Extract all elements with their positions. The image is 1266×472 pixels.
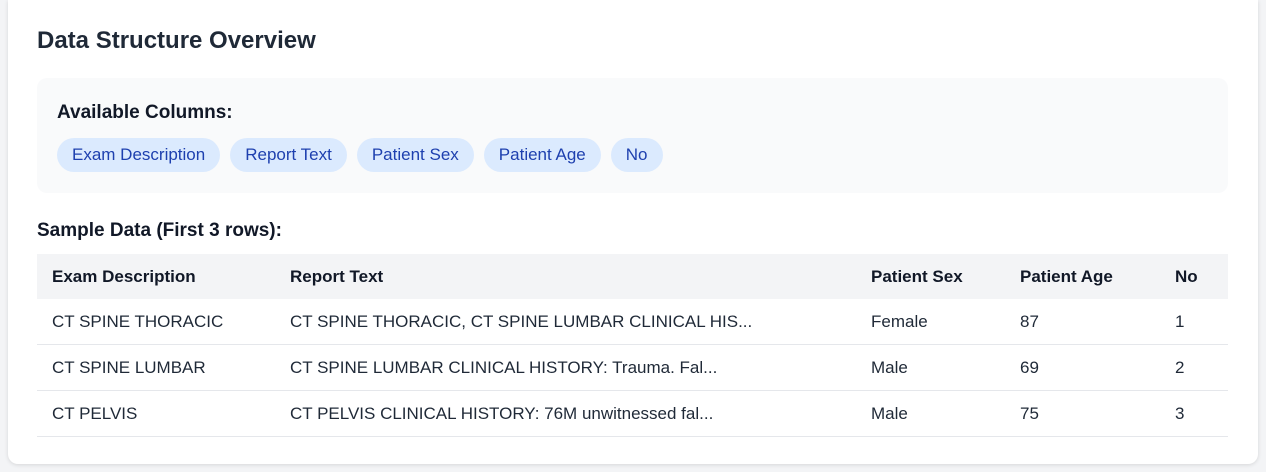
table-cell: 69 — [1005, 344, 1160, 391]
column-chip: Patient Age — [483, 138, 601, 172]
table-row: CT SPINE THORACIC CT SPINE THORACIC, CT … — [37, 299, 1228, 345]
page-title: Data Structure Overview — [37, 27, 316, 54]
column-header: Patient Sex — [871, 266, 963, 286]
table-cell: CT SPINE THORACIC — [37, 299, 275, 345]
table-cell: 87 — [1005, 299, 1160, 345]
table-cell: 2 — [1160, 344, 1228, 391]
sample-data-table: Exam Description Report Text Patient Sex… — [37, 254, 1228, 437]
table-row: CT SPINE LUMBAR CT SPINE LUMBAR CLINICAL… — [37, 344, 1228, 391]
table-cell: CT SPINE THORACIC, CT SPINE LUMBAR CLINI… — [275, 299, 856, 345]
table-cell: 3 — [1160, 390, 1228, 437]
column-header: Exam Description — [52, 266, 196, 286]
column-chip-list: Exam Description Report Text Patient Sex… — [57, 138, 1208, 172]
column-chip: Report Text — [230, 138, 347, 172]
column-header: Patient Age — [1020, 266, 1113, 286]
table-cell: 75 — [1005, 390, 1160, 437]
available-columns-heading: Available Columns: — [57, 102, 233, 123]
table-cell: CT PELVIS — [37, 390, 275, 437]
table-row: CT PELVIS CT PELVIS CLINICAL HISTORY: 76… — [37, 390, 1228, 437]
table-cell: CT SPINE LUMBAR CLINICAL HISTORY: Trauma… — [275, 344, 856, 391]
table-cell: Male — [856, 344, 1005, 391]
table-cell: Male — [856, 390, 1005, 437]
available-columns-panel: Available Columns: Exam Description Repo… — [37, 78, 1228, 193]
table-cell: CT PELVIS CLINICAL HISTORY: 76M unwitnes… — [275, 390, 856, 437]
table-header-row: Exam Description Report Text Patient Sex… — [37, 254, 1228, 299]
column-chip: No — [610, 138, 663, 172]
column-header: No — [1175, 266, 1198, 286]
column-chip: Patient Sex — [356, 138, 474, 172]
sample-data-heading: Sample Data (First 3 rows): — [37, 220, 282, 241]
table-cell: CT SPINE LUMBAR — [37, 344, 275, 391]
data-structure-card: Data Structure Overview Available Column… — [8, 0, 1258, 464]
table-cell: 1 — [1160, 299, 1228, 345]
column-chip: Exam Description — [57, 138, 221, 172]
column-header: Report Text — [290, 266, 384, 286]
table-cell: Female — [856, 299, 1005, 345]
